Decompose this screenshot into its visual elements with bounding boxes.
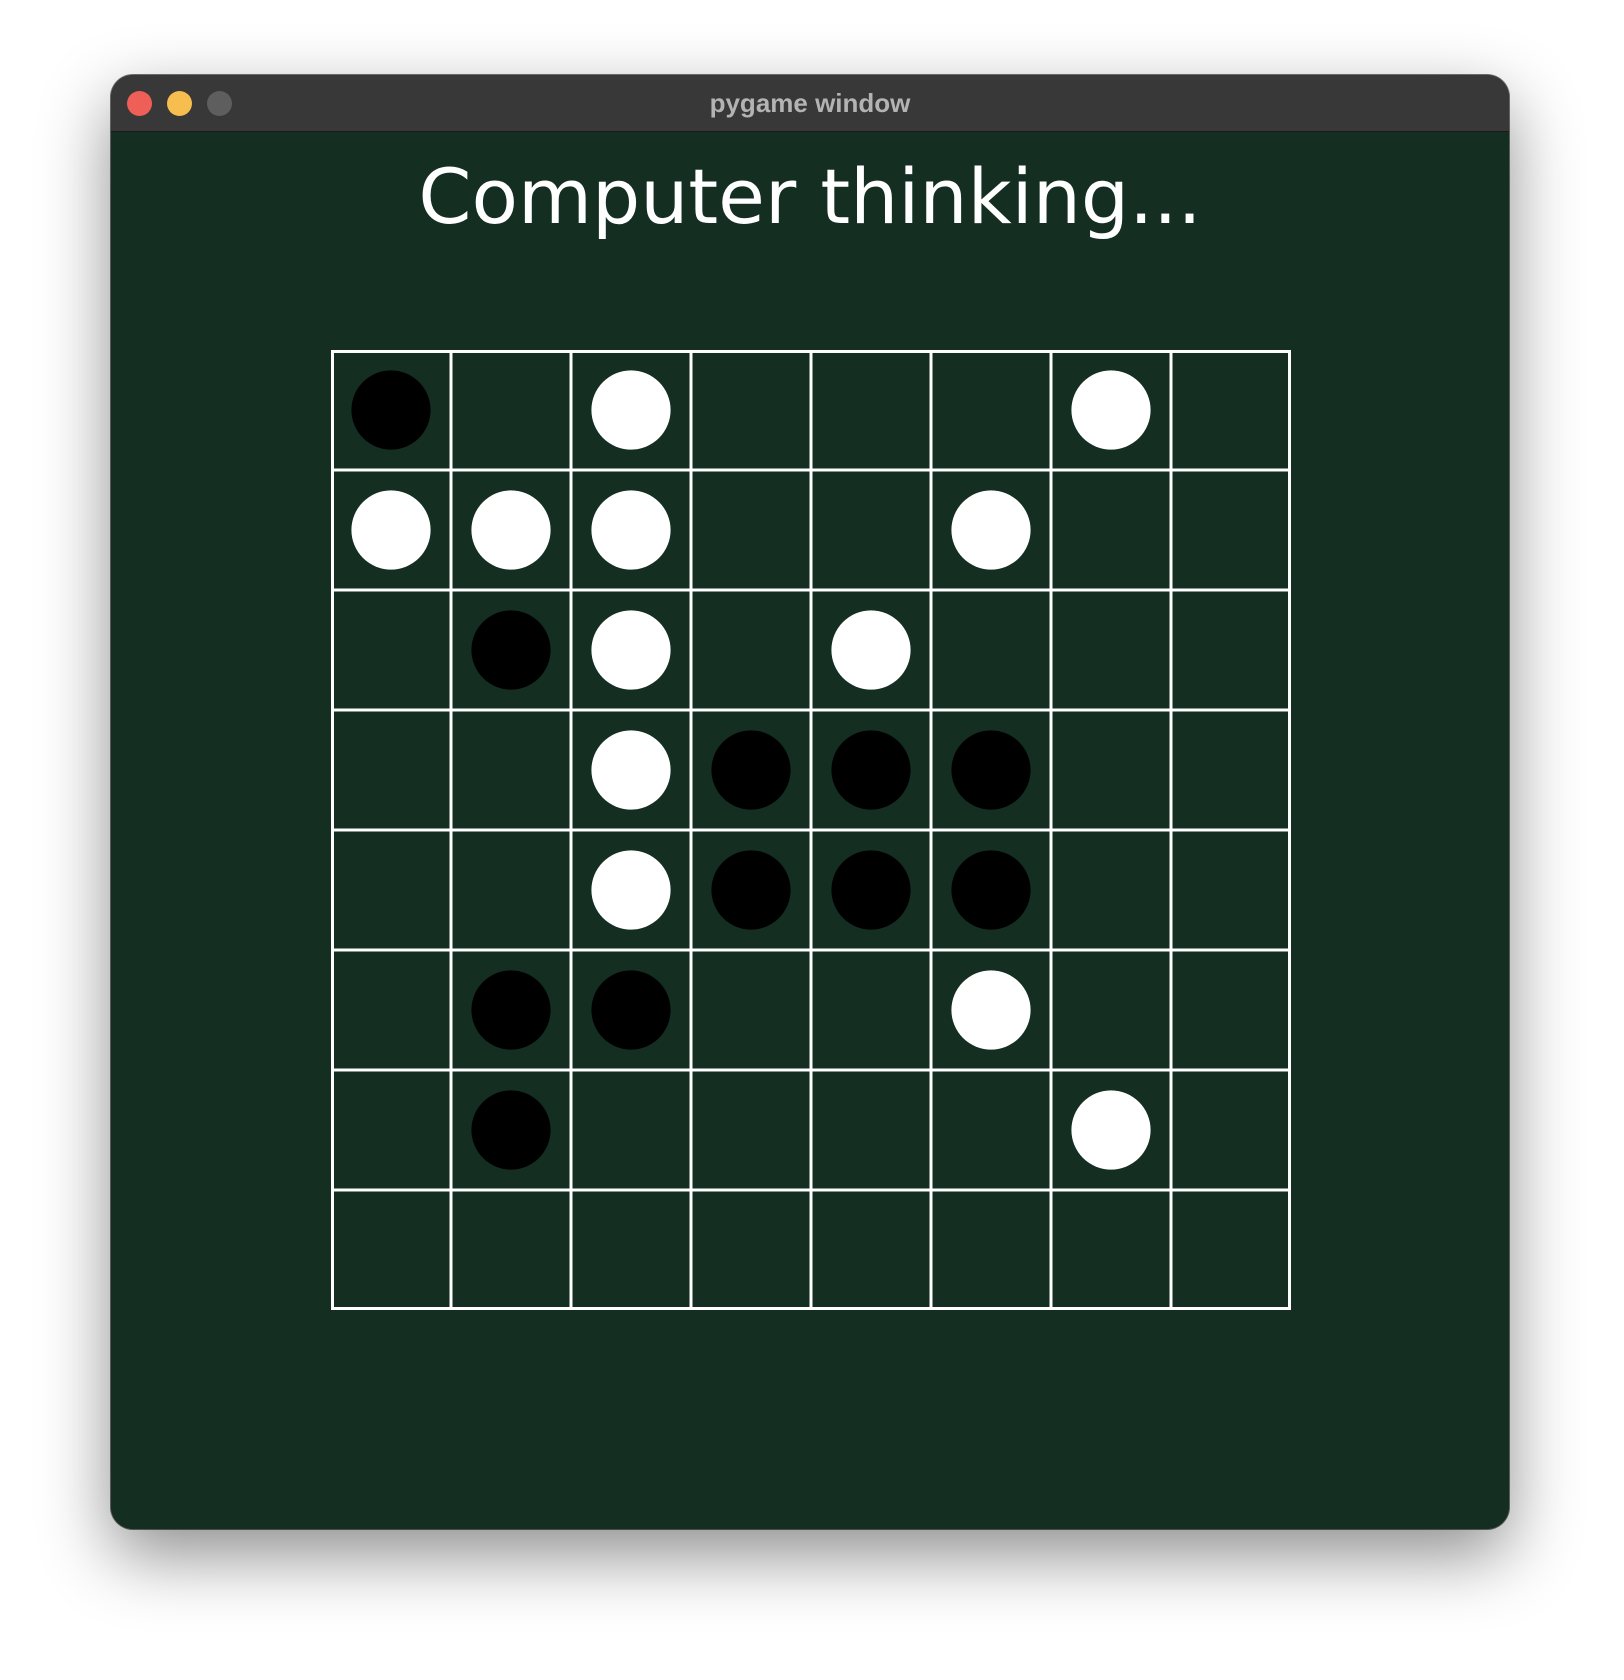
board-cell-7-5[interactable] bbox=[931, 1190, 1051, 1310]
board-cell-7-0[interactable] bbox=[331, 1190, 451, 1310]
board-cell-2-6[interactable] bbox=[1051, 590, 1171, 710]
black-piece-3-4 bbox=[831, 730, 911, 810]
board-grid[interactable] bbox=[331, 350, 1291, 1310]
black-piece-3-3 bbox=[711, 730, 791, 810]
board-cell-2-0[interactable] bbox=[331, 590, 451, 710]
board-cell-1-4[interactable] bbox=[811, 470, 931, 590]
white-piece-2-2 bbox=[591, 610, 671, 690]
white-piece-6-6 bbox=[1071, 1090, 1151, 1170]
board-cell-1-6[interactable] bbox=[1051, 470, 1171, 590]
black-piece-4-3 bbox=[711, 850, 791, 930]
white-piece-1-5 bbox=[951, 490, 1031, 570]
status-message: Computer thinking... bbox=[418, 152, 1202, 241]
board-cell-6-7[interactable] bbox=[1171, 1070, 1291, 1190]
board-cell-5-4[interactable] bbox=[811, 950, 931, 1070]
board-cell-7-7[interactable] bbox=[1171, 1190, 1291, 1310]
white-piece-4-2 bbox=[591, 850, 671, 930]
board-cell-2-3[interactable] bbox=[691, 590, 811, 710]
board-cell-4-0[interactable] bbox=[331, 830, 451, 950]
white-piece-1-1 bbox=[471, 490, 551, 570]
board-cell-6-0[interactable] bbox=[331, 1070, 451, 1190]
white-piece-5-5 bbox=[951, 970, 1031, 1050]
white-piece-0-2 bbox=[591, 370, 671, 450]
white-piece-3-2 bbox=[591, 730, 671, 810]
pygame-window: pygame window Computer thinking... bbox=[111, 75, 1509, 1529]
black-piece-5-2 bbox=[591, 970, 671, 1050]
board-cell-3-1[interactable] bbox=[451, 710, 571, 830]
title-bar[interactable]: pygame window bbox=[111, 75, 1509, 132]
board-cell-4-1[interactable] bbox=[451, 830, 571, 950]
black-piece-4-4 bbox=[831, 850, 911, 930]
board-cell-7-6[interactable] bbox=[1051, 1190, 1171, 1310]
board-cell-5-0[interactable] bbox=[331, 950, 451, 1070]
board-cell-0-1[interactable] bbox=[451, 350, 571, 470]
black-piece-5-1 bbox=[471, 970, 551, 1050]
board-cell-2-5[interactable] bbox=[931, 590, 1051, 710]
board-cell-2-7[interactable] bbox=[1171, 590, 1291, 710]
board-cell-0-3[interactable] bbox=[691, 350, 811, 470]
board-cell-4-6[interactable] bbox=[1051, 830, 1171, 950]
board-cell-3-6[interactable] bbox=[1051, 710, 1171, 830]
board-cell-3-0[interactable] bbox=[331, 710, 451, 830]
board-cell-3-7[interactable] bbox=[1171, 710, 1291, 830]
black-piece-3-5 bbox=[951, 730, 1031, 810]
white-piece-2-4 bbox=[831, 610, 911, 690]
board-cell-1-7[interactable] bbox=[1171, 470, 1291, 590]
board-cell-5-7[interactable] bbox=[1171, 950, 1291, 1070]
board-cell-6-5[interactable] bbox=[931, 1070, 1051, 1190]
board-cell-4-7[interactable] bbox=[1171, 830, 1291, 950]
board-cell-7-4[interactable] bbox=[811, 1190, 931, 1310]
board-cell-1-3[interactable] bbox=[691, 470, 811, 590]
black-piece-2-1 bbox=[471, 610, 551, 690]
white-piece-1-0 bbox=[351, 490, 431, 570]
board-cell-7-1[interactable] bbox=[451, 1190, 571, 1310]
black-piece-6-1 bbox=[471, 1090, 551, 1170]
board-cell-0-5[interactable] bbox=[931, 350, 1051, 470]
board-cell-0-7[interactable] bbox=[1171, 350, 1291, 470]
board-cell-0-4[interactable] bbox=[811, 350, 931, 470]
board-cell-7-3[interactable] bbox=[691, 1190, 811, 1310]
board-cell-5-6[interactable] bbox=[1051, 950, 1171, 1070]
board-cell-7-2[interactable] bbox=[571, 1190, 691, 1310]
board-cell-6-3[interactable] bbox=[691, 1070, 811, 1190]
black-piece-0-0 bbox=[351, 370, 431, 450]
window-title: pygame window bbox=[709, 88, 911, 118]
black-piece-4-5 bbox=[951, 850, 1031, 930]
white-piece-1-2 bbox=[591, 490, 671, 570]
board-cell-6-4[interactable] bbox=[811, 1070, 931, 1190]
board-cell-5-3[interactable] bbox=[691, 950, 811, 1070]
board-cell-6-2[interactable] bbox=[571, 1070, 691, 1190]
game-canvas[interactable]: Computer thinking... bbox=[111, 132, 1509, 1529]
othello-board[interactable] bbox=[331, 350, 1291, 1310]
white-piece-0-6 bbox=[1071, 370, 1151, 450]
